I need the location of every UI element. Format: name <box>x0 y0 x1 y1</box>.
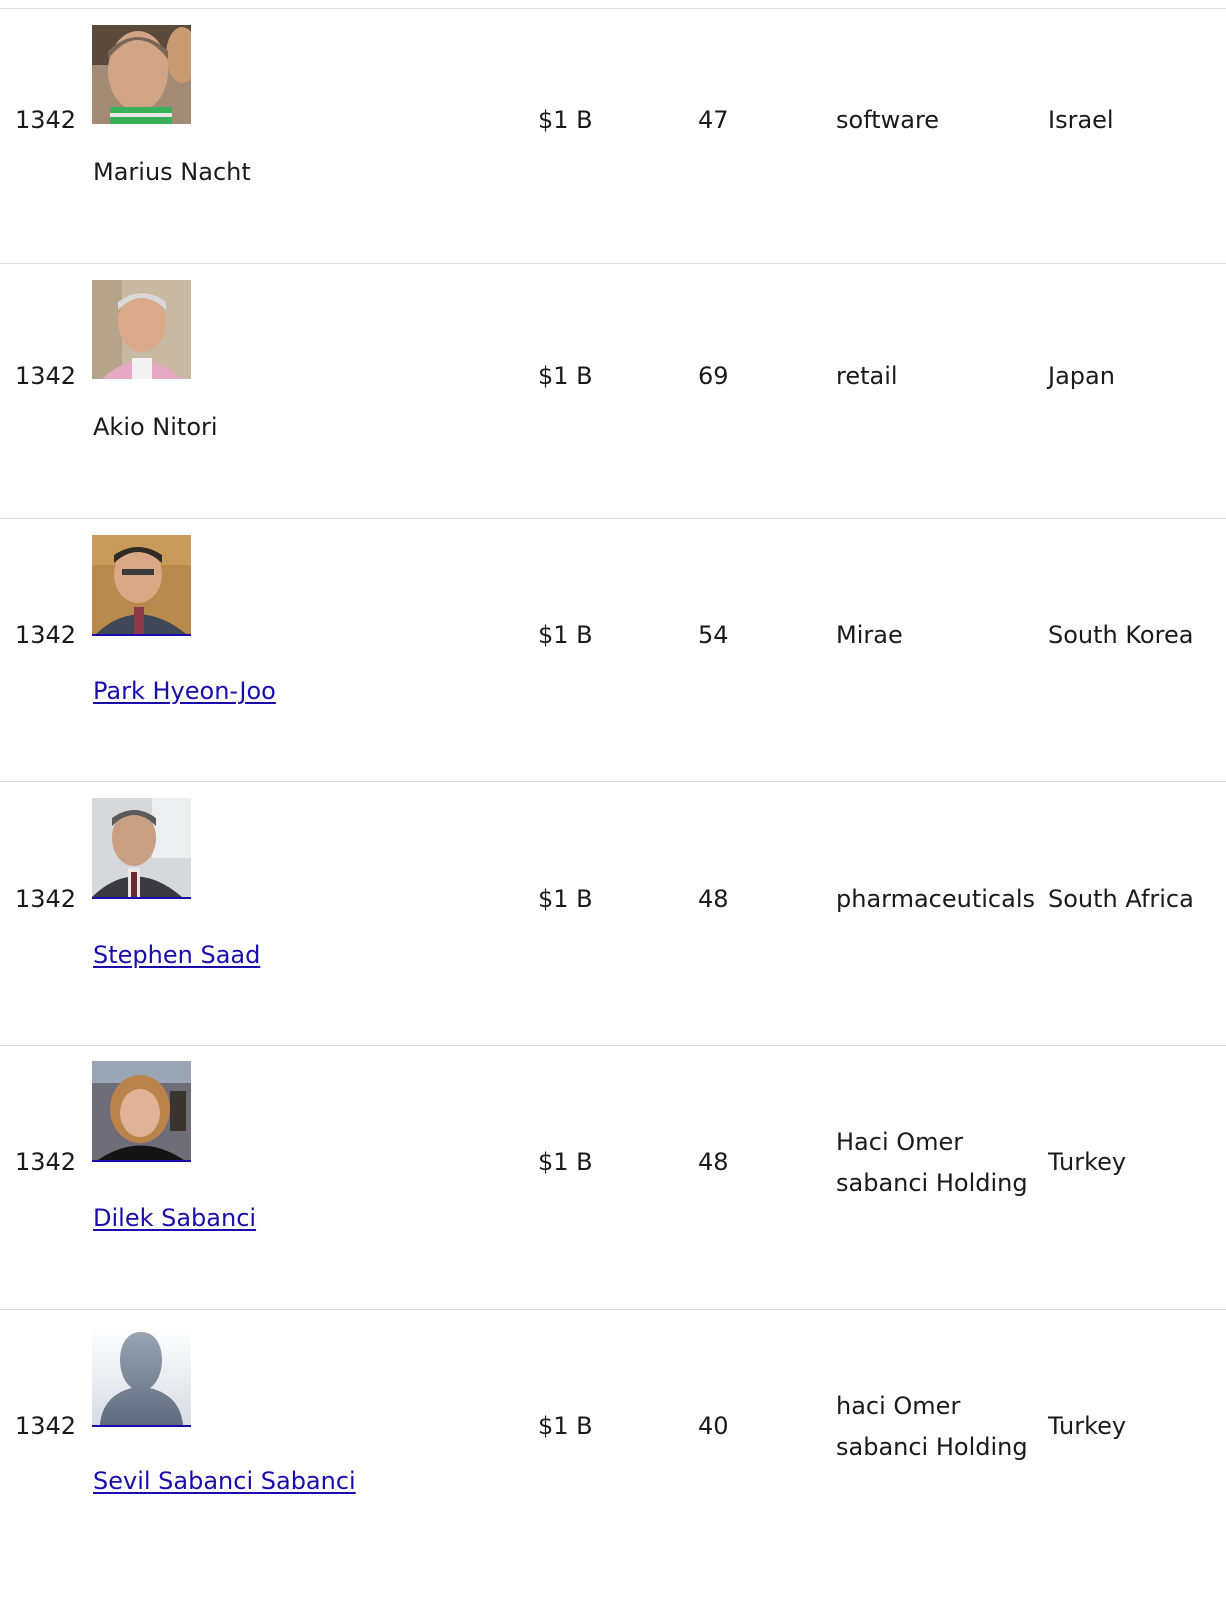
billionaires-table: 1342 Marius Nacht $1 B 47 software Israe… <box>0 0 1226 1598</box>
person-name-link[interactable]: Park Hyeon-Joo <box>93 671 276 711</box>
person-photo-link[interactable] <box>92 798 191 899</box>
person-photo <box>92 280 191 379</box>
table-row: 1342 Dilek Sabanci $1 B 48 Haci Omer sab… <box>0 1046 1226 1310</box>
source-cell: pharmaceuticals <box>836 885 1036 913</box>
net-worth-cell: $1 B <box>538 885 593 913</box>
table-row: 1342 Marius Nacht $1 B 47 software Israe… <box>0 9 1226 264</box>
person-photo <box>92 25 191 124</box>
rank-cell: 1342 <box>15 885 77 913</box>
source-cell: retail <box>836 362 898 390</box>
net-worth-cell: $1 B <box>538 621 593 649</box>
person-name: Akio Nitori <box>93 413 218 441</box>
age-cell: 48 <box>698 885 729 913</box>
net-worth-cell: $1 B <box>538 1148 593 1176</box>
country-cell: South Africa <box>1048 885 1194 913</box>
age-cell: 69 <box>698 362 729 390</box>
rank-cell: 1342 <box>15 1148 77 1176</box>
table-row: 1342 Stephen Saad $1 B 48 pharmaceutical… <box>0 782 1226 1046</box>
person-photo-link[interactable] <box>92 535 191 636</box>
table-row: 1342 Akio Nitori $1 B 69 retail Japan <box>0 264 1226 519</box>
table-row: 1342 Sevil Sabanci Sabanci $1 B 40 haci … <box>0 1310 1226 1597</box>
source-cell: Mirae <box>836 621 903 649</box>
net-worth-cell: $1 B <box>538 1412 593 1440</box>
rank-cell: 1342 <box>15 106 77 134</box>
placeholder-silhouette-icon <box>92 1326 191 1425</box>
age-cell: 48 <box>698 1148 729 1176</box>
person-name: Marius Nacht <box>93 158 251 186</box>
age-cell: 54 <box>698 621 729 649</box>
net-worth-cell: $1 B <box>538 106 593 134</box>
age-cell: 47 <box>698 106 729 134</box>
country-cell: South Korea <box>1048 621 1194 649</box>
person-photo-link[interactable] <box>92 1061 191 1162</box>
person-photo-link[interactable] <box>92 1326 191 1427</box>
source-cell: software <box>836 106 940 134</box>
age-cell: 40 <box>698 1412 729 1440</box>
person-name-link[interactable]: Sevil Sabanci Sabanci <box>93 1461 356 1501</box>
person-name-link[interactable]: Dilek Sabanci <box>93 1198 256 1238</box>
source-cell: Haci Omer sabanci Holding <box>836 1128 1028 1197</box>
source-cell: haci Omer sabanci Holding <box>836 1392 1028 1461</box>
table-row: 1342 Park Hyeon-Joo $1 B 54 Mirae South … <box>0 519 1226 782</box>
rank-cell: 1342 <box>15 1412 77 1440</box>
net-worth-cell: $1 B <box>538 362 593 390</box>
rank-cell: 1342 <box>15 621 77 649</box>
country-cell: Turkey <box>1048 1412 1127 1440</box>
country-cell: Israel <box>1048 106 1114 134</box>
country-cell: Turkey <box>1048 1148 1127 1176</box>
rank-cell: 1342 <box>15 362 77 390</box>
person-name-link[interactable]: Stephen Saad <box>93 935 260 975</box>
country-cell: Japan <box>1048 362 1115 390</box>
